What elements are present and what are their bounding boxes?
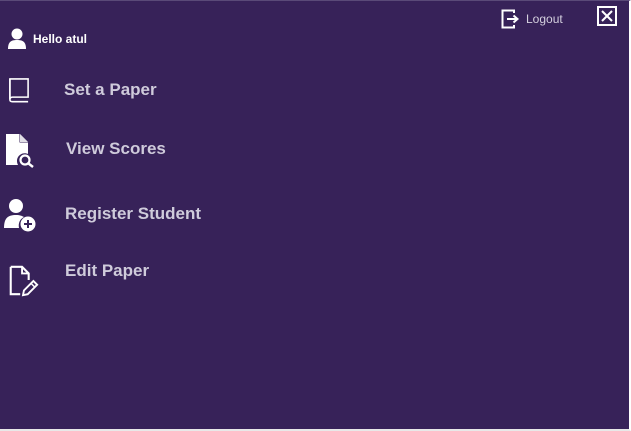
close-button[interactable]: [597, 6, 617, 26]
main-window: Hello atul Logout Set a Paper View Score…: [0, 0, 631, 431]
user-icon: [8, 28, 26, 49]
user-greeting: Hello atul: [7, 28, 87, 50]
menu-item-view-scores[interactable]: View Scores: [0, 129, 260, 169]
menu-item-label: Register Student: [65, 204, 202, 223]
menu-item-label: Edit Paper: [65, 261, 150, 280]
logout-label: Logout: [526, 12, 563, 26]
menu-item-register-student[interactable]: Register Student: [0, 194, 280, 234]
logout-icon: [501, 9, 520, 29]
document-search-icon: [6, 134, 34, 168]
logout-button[interactable]: Logout: [501, 9, 563, 29]
menu-item-label: View Scores: [66, 139, 166, 158]
edit-document-icon: [9, 265, 39, 297]
greeting-text: Hello atul: [33, 32, 88, 46]
menu-item-set-paper[interactable]: Set a Paper: [0, 71, 260, 111]
close-icon: [601, 10, 613, 22]
add-user-icon: [4, 199, 36, 232]
menu-item-edit-paper[interactable]: Edit Paper: [0, 254, 260, 298]
book-icon: [9, 78, 29, 103]
menu-item-label: Set a Paper: [64, 80, 157, 99]
